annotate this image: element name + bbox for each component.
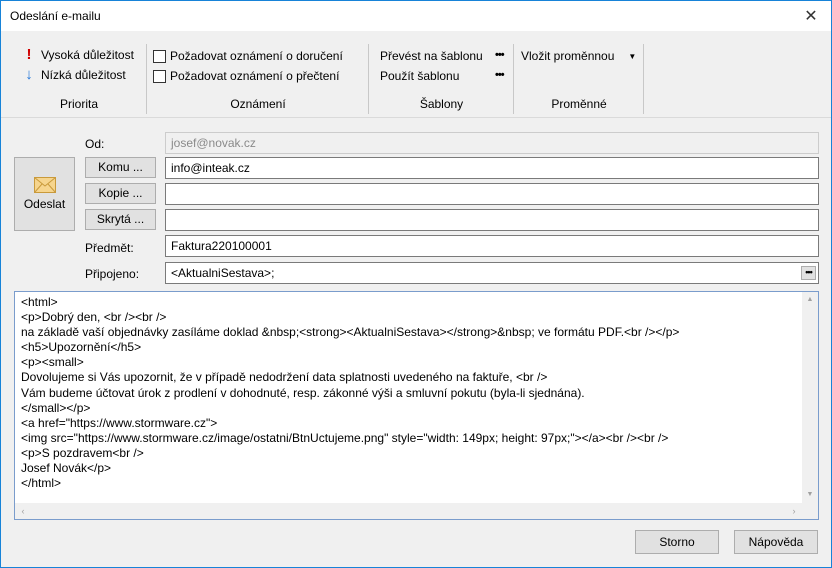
send-label: Odeslat: [23, 197, 66, 211]
insert-variable-label: Vložit proměnnou: [521, 49, 615, 63]
use-template-button[interactable]: Použít šablonu: [380, 69, 459, 83]
to-field[interactable]: info@inteak.cz: [165, 157, 819, 179]
templates-group-title: Šablony: [419, 97, 464, 111]
scroll-corner: [802, 503, 818, 519]
priority-group: ! Vysoká důležitost ↓ Nízká důležitost P…: [11, 44, 147, 114]
low-priority-button[interactable]: ↓ Nízká důležitost: [21, 66, 126, 83]
checkbox-icon: [153, 69, 166, 83]
variables-group: Vložit proměnnou ▼ Proměnné: [514, 44, 644, 114]
envelope-icon: [33, 177, 56, 193]
scroll-right-icon[interactable]: ›: [786, 503, 802, 519]
read-receipt-checkbox[interactable]: Požadovat oznámení o přečtení: [153, 69, 339, 83]
low-priority-label: Nízká důležitost: [41, 67, 126, 82]
delivery-receipt-checkbox[interactable]: Požadovat oznámení o doručení: [153, 49, 343, 63]
scroll-up-icon[interactable]: ▲: [802, 292, 818, 308]
help-button[interactable]: Nápověda: [734, 530, 818, 554]
bcc-button[interactable]: Skrytá ...: [85, 209, 156, 230]
cc-button[interactable]: Kopie ...: [85, 183, 156, 204]
horizontal-scrollbar[interactable]: ‹ ›: [15, 503, 802, 519]
attached-value: <AktualniSestava>;: [171, 266, 275, 280]
scroll-down-icon[interactable]: ▼: [802, 487, 818, 503]
convert-template-more-icon[interactable]: •••: [495, 49, 505, 61]
attached-field[interactable]: <AktualniSestava>; •••: [165, 262, 819, 284]
use-template-more-icon[interactable]: •••: [495, 69, 505, 81]
arrow-down-icon: ↓: [25, 66, 33, 83]
group-separator: [643, 44, 644, 114]
subject-field[interactable]: Faktura220100001: [165, 235, 819, 257]
checkbox-icon: [153, 49, 166, 63]
from-label: Od:: [85, 137, 105, 151]
cancel-button[interactable]: Storno: [635, 530, 719, 554]
to-button[interactable]: Komu ...: [85, 157, 156, 178]
from-field: josef@novak.cz: [165, 132, 819, 154]
vertical-scrollbar[interactable]: ▲ ▼: [802, 292, 818, 503]
convert-to-template-label: Převést na šablonu: [380, 49, 483, 63]
bcc-field[interactable]: [165, 209, 819, 231]
send-button[interactable]: Odeslat: [14, 157, 75, 231]
use-template-label: Použít šablonu: [380, 69, 460, 83]
ellipsis-icon[interactable]: •••: [801, 266, 816, 280]
email-dialog: Odeslání e-mailu ✕ ! Vysoká důležitost ↓…: [0, 0, 832, 568]
convert-to-template-button[interactable]: Převést na šablonu: [380, 49, 483, 63]
ribbon: ! Vysoká důležitost ↓ Nízká důležitost P…: [1, 32, 831, 118]
delivery-receipt-label: Požadovat oznámení o doručení: [170, 49, 343, 63]
cc-field[interactable]: [165, 183, 819, 205]
chevron-down-icon: ▼: [628, 51, 637, 61]
priority-group-title: Priorita: [59, 97, 98, 111]
high-priority-label: Vysoká důležitost: [41, 47, 134, 62]
title-bar: Odeslání e-mailu ✕: [1, 1, 831, 31]
subject-label: Předmět:: [85, 241, 134, 255]
body-editor[interactable]: <html> <p>Dobrý den, <br /><br /> na zák…: [14, 291, 819, 520]
window-title: Odeslání e-mailu: [10, 9, 101, 23]
exclamation-icon: !: [26, 46, 32, 63]
high-priority-button[interactable]: ! Vysoká důležitost: [21, 46, 134, 63]
templates-group: Převést na šablonu ••• Použít šablonu ••…: [369, 44, 514, 114]
variables-group-title: Proměnné: [551, 97, 607, 111]
attached-label: Připojeno:: [85, 267, 140, 281]
scroll-left-icon[interactable]: ‹: [15, 503, 31, 519]
insert-variable-dropdown[interactable]: Vložit proměnnou ▼: [521, 49, 636, 63]
close-icon[interactable]: ✕: [791, 1, 831, 31]
body-html-text[interactable]: <html> <p>Dobrý den, <br /><br /> na zák…: [21, 295, 679, 491]
notification-group-title: Oznámení: [230, 97, 286, 111]
notification-group: Požadovat oznámení o doručení Požadovat …: [147, 44, 369, 114]
read-receipt-label: Požadovat oznámení o přečtení: [170, 69, 340, 83]
